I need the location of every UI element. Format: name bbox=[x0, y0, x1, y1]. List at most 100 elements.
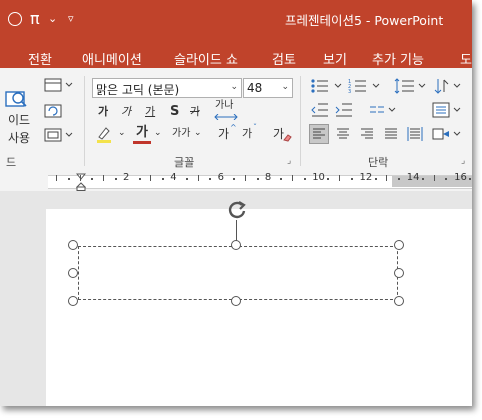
eraser-icon bbox=[283, 134, 292, 142]
align-right-icon[interactable] bbox=[360, 127, 374, 141]
ruler-label: 14 bbox=[406, 172, 420, 183]
new-slide-icon[interactable] bbox=[4, 88, 30, 110]
font-dialog-launcher-icon[interactable]: ⌟ bbox=[287, 156, 291, 166]
align-left-icon bbox=[313, 128, 325, 139]
char-spacing-arrow-icon bbox=[214, 114, 238, 120]
resize-handle-top-right[interactable] bbox=[394, 240, 404, 250]
ruler-label: 6 bbox=[217, 172, 224, 183]
line-spacing-icon[interactable] bbox=[394, 78, 428, 94]
shrink-arrow-icon: ˇ bbox=[253, 123, 257, 132]
ruler-tick bbox=[374, 178, 377, 180]
svg-text:3: 3 bbox=[348, 89, 351, 94]
ruler-tick bbox=[351, 178, 353, 180]
indent-marker-icon[interactable] bbox=[76, 173, 86, 191]
layout-icon[interactable] bbox=[44, 78, 74, 92]
ruler-tick bbox=[197, 175, 199, 181]
font-name-dropdown[interactable]: 맑은 고딕 (본문) ⌄ bbox=[92, 78, 242, 98]
ruler-tick bbox=[67, 178, 70, 180]
chevron-down-icon[interactable]: ⌄ bbox=[154, 129, 162, 138]
ruler-tick bbox=[280, 178, 283, 180]
char-spacing-button[interactable]: 가나 bbox=[215, 101, 233, 111]
rotate-handle-line bbox=[236, 220, 237, 242]
group-separator bbox=[300, 76, 301, 166]
equation-dropdown-icon[interactable]: ⌄ bbox=[48, 13, 57, 24]
ruler-tick bbox=[469, 178, 471, 180]
chevron-down-icon: ⌄ bbox=[230, 82, 238, 92]
resize-handle-bottom-left[interactable] bbox=[68, 296, 78, 306]
distributed-icon[interactable] bbox=[407, 126, 423, 142]
ruler-tick bbox=[386, 175, 388, 181]
decrease-indent-icon[interactable] bbox=[310, 102, 330, 118]
highlighter-icon[interactable] bbox=[94, 124, 116, 144]
chevron-down-icon[interactable]: ⌄ bbox=[118, 129, 126, 138]
ruler-tick bbox=[150, 175, 152, 181]
customize-toolbar-icon[interactable]: ▿ bbox=[68, 13, 74, 24]
font-size-dropdown[interactable]: 48 ⌄ bbox=[243, 78, 293, 98]
tab-animations[interactable]: 애니메이션 bbox=[82, 49, 142, 68]
grow-arrow-icon: ^ bbox=[230, 123, 237, 132]
resize-handle-top[interactable] bbox=[231, 240, 241, 250]
reset-icon[interactable] bbox=[44, 104, 74, 118]
underline-button[interactable]: 가 bbox=[145, 106, 155, 117]
align-text-icon[interactable] bbox=[432, 102, 464, 118]
resize-handle-bottom-right[interactable] bbox=[394, 296, 404, 306]
app-icon[interactable] bbox=[8, 12, 22, 26]
columns-icon[interactable] bbox=[368, 102, 398, 118]
italic-button[interactable]: 가 bbox=[121, 106, 131, 117]
tab-review[interactable]: 검토 bbox=[272, 49, 296, 68]
ruler-tick bbox=[339, 175, 341, 181]
shrink-font-button[interactable]: 가 bbox=[242, 128, 252, 139]
ruler-tick bbox=[115, 178, 117, 180]
bullets-icon[interactable] bbox=[310, 78, 344, 94]
tab-slideshow[interactable]: 슬라이드 쇼 bbox=[174, 49, 238, 68]
increase-indent-icon[interactable] bbox=[334, 102, 354, 118]
ruler-tick bbox=[103, 175, 105, 181]
ruler-tick bbox=[138, 178, 141, 180]
ruler-tick bbox=[421, 178, 424, 180]
slide[interactable] bbox=[46, 209, 472, 406]
paragraph-group-label: 단락 bbox=[368, 156, 389, 169]
numbering-icon[interactable]: 1 2 3 bbox=[348, 78, 382, 94]
tab-transitions[interactable]: 전환 bbox=[28, 49, 52, 68]
text-direction-icon[interactable] bbox=[434, 78, 464, 94]
slides-group-label: 드 bbox=[6, 156, 17, 169]
powerpoint-window: π ⌄ ▿ 프레젠테이션5 - PowerPoint 전환 애니메이션 슬라이드… bbox=[0, 0, 472, 406]
tab-addins[interactable]: 추가 기능 bbox=[372, 49, 424, 68]
rotate-handle-icon[interactable] bbox=[226, 199, 248, 221]
chevron-down-icon: ⌄ bbox=[281, 82, 289, 92]
resize-handle-right[interactable] bbox=[394, 268, 404, 278]
strikethrough-button[interactable]: 가 bbox=[190, 106, 200, 117]
paragraph-dialog-launcher-icon[interactable]: ⌟ bbox=[461, 156, 465, 166]
change-case-button[interactable]: 가가 bbox=[172, 129, 190, 139]
ruler-tick bbox=[209, 178, 212, 180]
resize-handle-bottom[interactable] bbox=[231, 296, 241, 306]
shadow-button[interactable]: S bbox=[170, 105, 179, 118]
selected-text-box[interactable] bbox=[78, 246, 398, 300]
slides-partial-label-1: 이드 bbox=[8, 113, 31, 127]
resize-handle-left[interactable] bbox=[68, 268, 78, 278]
title-bar: π ⌄ ▿ 프레젠테이션5 - PowerPoint bbox=[0, 0, 472, 40]
chevron-down-icon[interactable]: ⌄ bbox=[194, 129, 202, 138]
font-color-button[interactable]: 가 bbox=[136, 126, 148, 139]
ruler-tick bbox=[303, 178, 306, 180]
tab-view[interactable]: 보기 bbox=[323, 49, 347, 68]
pi-symbol[interactable]: π bbox=[30, 11, 40, 27]
ruler-tick bbox=[79, 175, 81, 181]
resize-handle-top-left[interactable] bbox=[68, 240, 78, 250]
ruler-label: 12 bbox=[359, 172, 373, 183]
ruler-tick bbox=[292, 175, 293, 181]
font-group-label: 글꼴 bbox=[174, 156, 195, 169]
smartart-icon[interactable] bbox=[432, 126, 464, 142]
ruler-tick bbox=[162, 178, 165, 180]
ruler-tick bbox=[233, 178, 235, 180]
section-icon[interactable] bbox=[44, 128, 74, 142]
align-center-icon[interactable] bbox=[336, 127, 350, 141]
grow-font-button[interactable]: 가 bbox=[218, 128, 229, 140]
horizontal-ruler: 2 4 6 8 10 12 14 16 bbox=[0, 172, 472, 191]
justify-icon[interactable] bbox=[384, 127, 398, 141]
bold-button[interactable]: 가 bbox=[98, 106, 108, 117]
tab-more[interactable]: 도 bbox=[460, 49, 472, 68]
ruler-tick bbox=[433, 175, 435, 181]
ruler-tick bbox=[244, 175, 246, 181]
ribbon: 이드 사용 드 맑은 고딕 (본문) ⌄ 48 ⌄ 가 가 가 S 가 가나 ⌄… bbox=[0, 68, 472, 173]
